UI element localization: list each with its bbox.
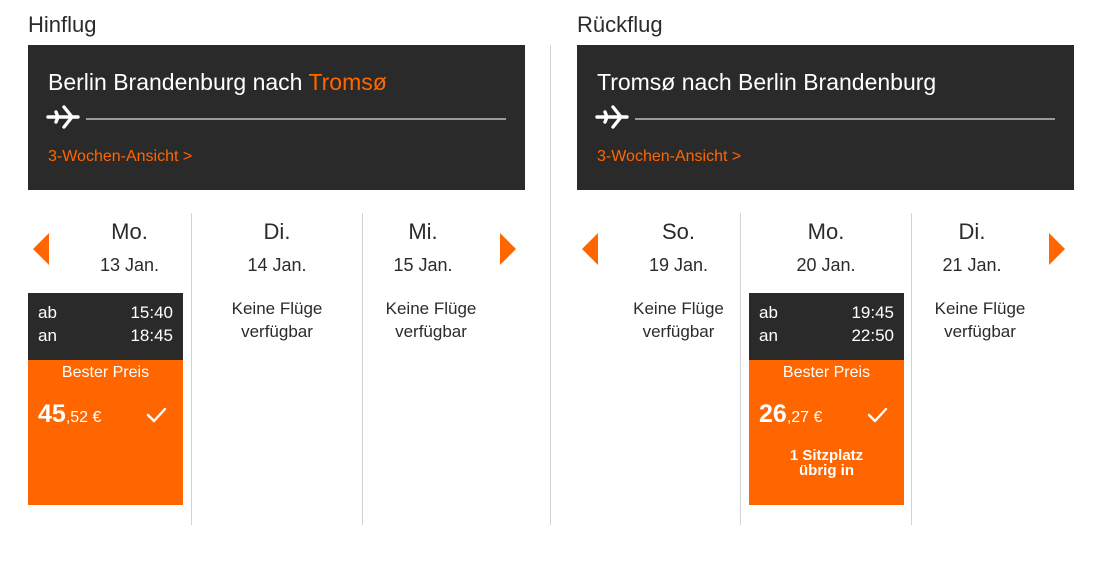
route-timeline — [635, 118, 1055, 120]
price-box: Bester Preis 45,52 € — [28, 360, 183, 505]
no-flights-line: Keine Flüge — [633, 299, 724, 318]
three-week-view-link[interactable]: 3-Wochen-Ansicht > — [597, 148, 741, 166]
outbound-panel: Hinflug Berlin Brandenburg nach Tromsø 3… — [28, 0, 525, 572]
return-route-title: Tromsø nach Berlin Brandenburg — [597, 69, 937, 95]
chevron-right-icon[interactable] — [1049, 233, 1065, 265]
day-name: Di. — [263, 219, 291, 244]
day-name: Di. — [958, 219, 986, 244]
route-destination: Tromsø — [308, 69, 387, 95]
departure-time: 15:40 — [130, 303, 173, 322]
departure-label: ab — [38, 303, 57, 322]
arrival-label: an — [759, 326, 778, 345]
no-flights-line: Keine Flüge — [385, 299, 477, 318]
outbound-route-header: Berlin Brandenburg nach Tromsø 3-Wochen-… — [28, 45, 525, 190]
day-name: Mi. — [408, 219, 438, 244]
no-flights-line: Keine Flüge — [934, 299, 1026, 318]
return-day-selector: So. 19 Jan. Keine Flüge verfügbar Mo. 20… — [577, 213, 1074, 525]
route-origin-text: Berlin Brandenburg nach — [48, 69, 309, 95]
chevron-right-icon[interactable] — [500, 233, 516, 265]
flight-card[interactable]: ab 15:40 an 18:45 Bester Preis 45,52 € — [28, 293, 183, 505]
departure-time: 19:45 — [851, 303, 894, 322]
outbound-day-selector: Mo. 13 Jan. ab 15:40 an 18:45 Bester Pre… — [28, 213, 525, 525]
day-date: 15 Jan. — [393, 255, 453, 275]
price: 26,27 € — [759, 400, 822, 429]
no-flights-line: verfügbar — [642, 322, 715, 341]
flight-times: ab 19:45 an 22:50 — [749, 293, 904, 360]
route-timeline — [86, 118, 506, 120]
seats-line: übrig in — [799, 462, 854, 479]
day-date: 14 Jan. — [247, 255, 307, 275]
plane-icon — [46, 105, 80, 129]
no-flights-line: verfügbar — [395, 322, 467, 341]
check-icon — [867, 407, 888, 423]
day-column-tue-14[interactable]: Di. 14 Jan. Keine Flüge verfügbar — [191, 213, 362, 525]
arrival-time: 22:50 — [851, 326, 894, 345]
arrival-label: an — [38, 326, 57, 345]
departure-label: ab — [759, 303, 778, 322]
price-main: 45 — [38, 400, 66, 428]
day-column-mon-13: Mo. 13 Jan. ab 15:40 an 18:45 Bester Pre… — [28, 213, 183, 525]
check-icon — [146, 407, 167, 423]
outbound-section-title: Hinflug — [28, 12, 97, 37]
no-flights-message: Keine Flüge verfügbar — [920, 297, 1040, 343]
seats-left-notice: 1 Sitzplatz übrig in — [749, 446, 904, 478]
no-flights-message: Keine Flüge verfügbar — [577, 297, 740, 343]
no-flights-message: Keine Flüge verfügbar — [192, 297, 362, 343]
flight-times: ab 15:40 an 18:45 — [28, 293, 183, 360]
price-cents: ,27 € — [786, 409, 823, 426]
day-date: 19 Jan. — [648, 255, 709, 275]
day-column-sun-19[interactable]: So. 19 Jan. Keine Flüge verfügbar — [577, 213, 740, 525]
three-week-view-link[interactable]: 3-Wochen-Ansicht > — [48, 148, 192, 166]
price: 45,52 € — [38, 400, 101, 429]
day-date: 21 Jan. — [942, 255, 1002, 275]
no-flights-line: verfügbar — [944, 322, 1016, 341]
no-flights-line: Keine Flüge — [231, 299, 323, 318]
price-cents: ,52 € — [65, 409, 102, 426]
day-name: Mo. — [111, 219, 148, 244]
panel-divider — [550, 45, 551, 525]
no-flights-line: verfügbar — [241, 322, 313, 341]
outbound-route-title: Berlin Brandenburg nach Tromsø — [48, 69, 387, 96]
plane-icon — [595, 105, 629, 129]
seats-line: 1 Sitzplatz — [789, 447, 864, 464]
best-price-badge: Bester Preis — [782, 364, 871, 381]
return-panel: Rückflug Tromsø nach Berlin Brandenburg … — [577, 0, 1074, 572]
day-date: 20 Jan. — [796, 255, 856, 275]
price-main: 26 — [759, 400, 787, 428]
return-section-title: Rückflug — [577, 12, 663, 37]
flight-card[interactable]: ab 19:45 an 22:50 Bester Preis 26,27 € 1… — [749, 293, 904, 505]
return-route-header: Tromsø nach Berlin Brandenburg 3-Wochen-… — [577, 45, 1074, 190]
no-flights-message: Keine Flüge verfügbar — [371, 297, 491, 343]
day-column-tue-21[interactable]: Di. 21 Jan. Keine Flüge verfügbar — [911, 213, 1074, 525]
day-name: Mo. — [807, 219, 845, 244]
price-box: Bester Preis 26,27 € 1 Sitzplatz übrig i… — [749, 360, 904, 505]
day-date: 13 Jan. — [99, 255, 160, 275]
arrival-time: 18:45 — [130, 326, 173, 345]
best-price-badge: Bester Preis — [61, 364, 150, 381]
day-column-wed-15[interactable]: Mi. 15 Jan. Keine Flüge verfügbar — [362, 213, 525, 525]
day-column-mon-20: Mo. 20 Jan. ab 19:45 an 22:50 Bester Pre… — [740, 213, 911, 525]
day-name: So. — [661, 219, 696, 244]
